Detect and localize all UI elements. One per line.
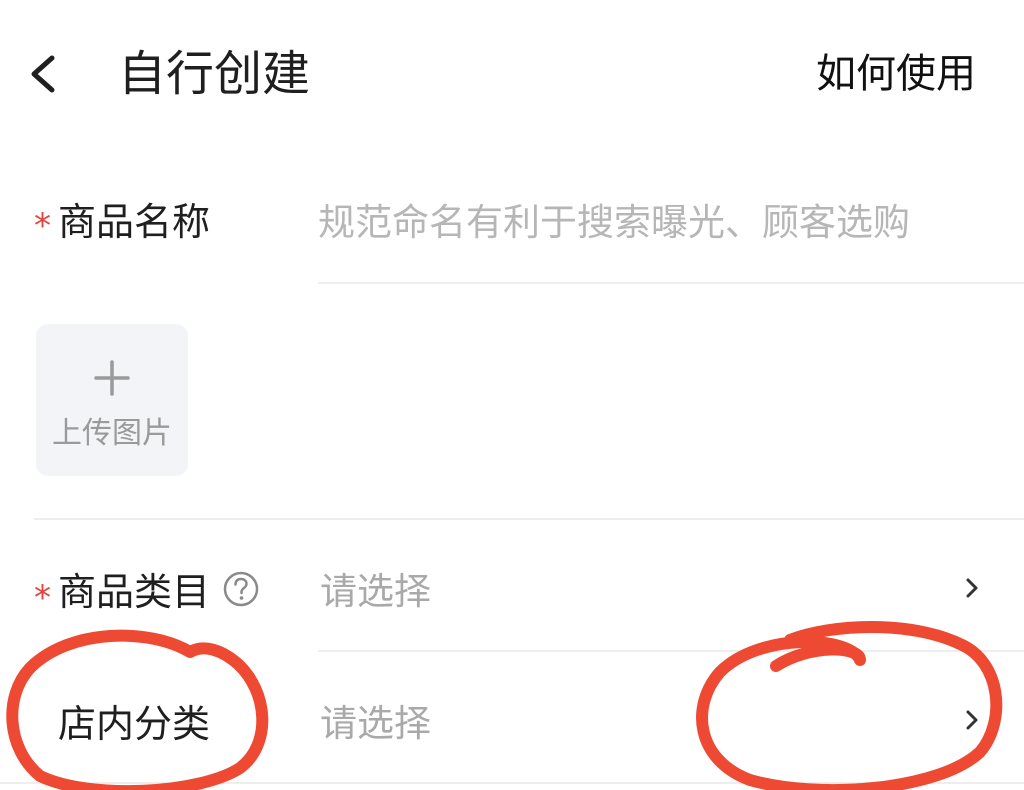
product-name-underline [318,282,1024,284]
category-value: 请选择 [320,570,431,613]
store-category-label: 店内分类 [58,702,211,746]
category-select-row[interactable]: * 商品类目 请选择 [0,536,1024,646]
required-marker: * [34,578,51,618]
chevron-right-icon [966,710,978,730]
plus-icon [94,360,130,396]
product-name-label: 商品名称 [58,200,211,244]
chevron-right-icon [966,578,978,598]
upload-image-label: 上传图片 [52,416,172,451]
divider [0,782,1024,784]
category-label: 商品类目 [58,570,211,614]
page-title: 自行创建 [118,46,311,102]
back-button[interactable] [22,48,66,100]
store-category-value: 请选择 [320,702,431,745]
divider [34,518,1024,520]
how-to-use-link[interactable]: 如何使用 [816,46,976,102]
chevron-left-icon [31,55,55,93]
store-category-select-row[interactable]: 店内分类 请选择 [0,668,1024,778]
divider [318,650,1024,652]
required-marker: * [34,206,51,246]
question-circle-icon[interactable] [222,570,260,608]
product-name-row: * 商品名称 [0,180,1024,284]
upload-image-button[interactable]: 上传图片 [36,324,188,476]
product-name-input[interactable] [318,192,998,252]
header: 自行创建 如何使用 [0,0,1024,150]
